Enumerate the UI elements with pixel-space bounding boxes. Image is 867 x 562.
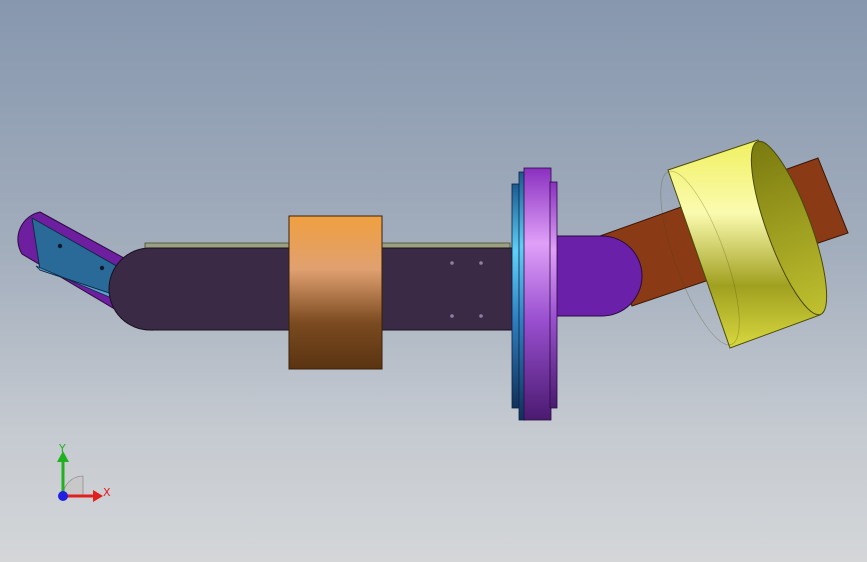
z-axis-icon <box>58 491 68 501</box>
coordinate-triad: Y X <box>40 438 120 508</box>
orange-collar[interactable] <box>288 215 383 370</box>
3d-viewport[interactable]: Y X <box>0 0 867 562</box>
purple-joint[interactable] <box>547 235 643 317</box>
y-axis-label: Y <box>58 442 66 455</box>
x-axis-label: X <box>103 486 111 499</box>
flange-assembly[interactable] <box>511 167 558 421</box>
assembly-model[interactable] <box>0 0 867 562</box>
